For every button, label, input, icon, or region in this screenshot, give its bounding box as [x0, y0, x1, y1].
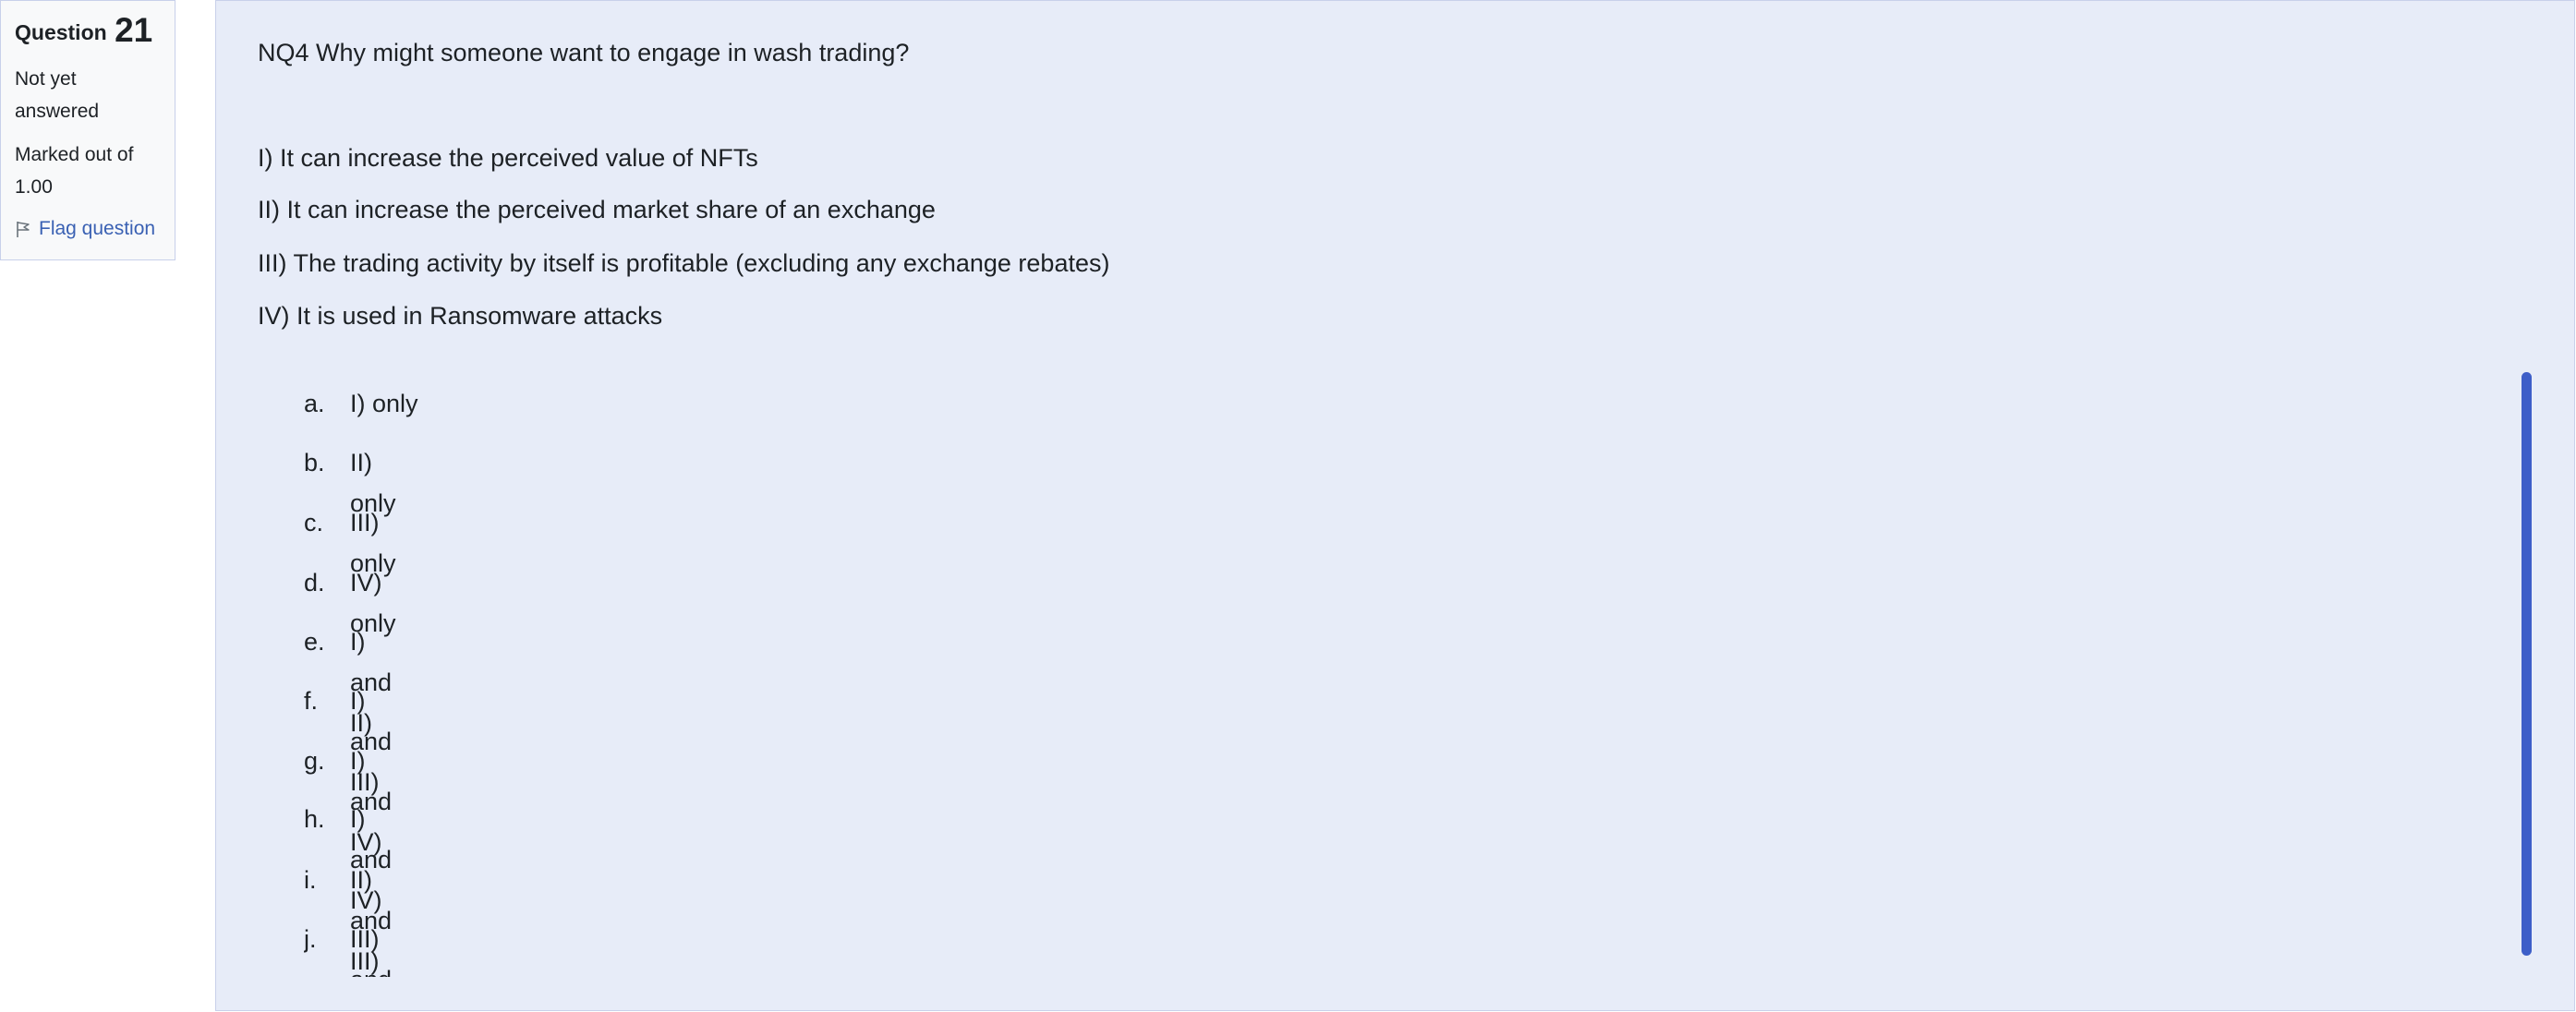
question-number-heading: Question 21: [15, 10, 175, 51]
question-info-panel: Question 21 Not yet answered Marked out …: [0, 0, 175, 260]
flag-question-label: Flag question: [39, 218, 156, 239]
answer-option-j[interactable]: j. III) and IV): [304, 919, 405, 977]
question-content: NQ4 Why might someone want to engage in …: [215, 0, 2575, 1011]
flag-question-link[interactable]: Flag question: [15, 212, 175, 245]
vertical-scrollbar[interactable]: [2522, 372, 2532, 956]
statement-4: IV) It is used in Ransomware attacks: [258, 302, 663, 330]
option-letter: j.: [304, 925, 317, 953]
answer-options: a. I) only b. II) only c. III) only d. I…: [304, 372, 581, 977]
statement-3: III) The trading activity by itself is p…: [258, 249, 1110, 277]
question-text: NQ4 Why might someone want to engage in …: [258, 39, 910, 66]
question-grade: Marked out of 1.00: [15, 144, 134, 198]
option-label: III) and IV): [350, 925, 392, 977]
answer-option-a[interactable]: a. I) only: [304, 383, 461, 424]
question-number: 21: [115, 11, 153, 49]
question-state: Not yet answered: [15, 68, 100, 122]
option-letter: a.: [304, 390, 325, 417]
flag-icon: [17, 221, 30, 237]
question-label: Question: [15, 20, 107, 44]
statement-1: I) It can increase the perceived value o…: [258, 144, 758, 172]
statement-2: II) It can increase the perceived market…: [258, 196, 936, 223]
option-label: I) only: [350, 390, 418, 417]
